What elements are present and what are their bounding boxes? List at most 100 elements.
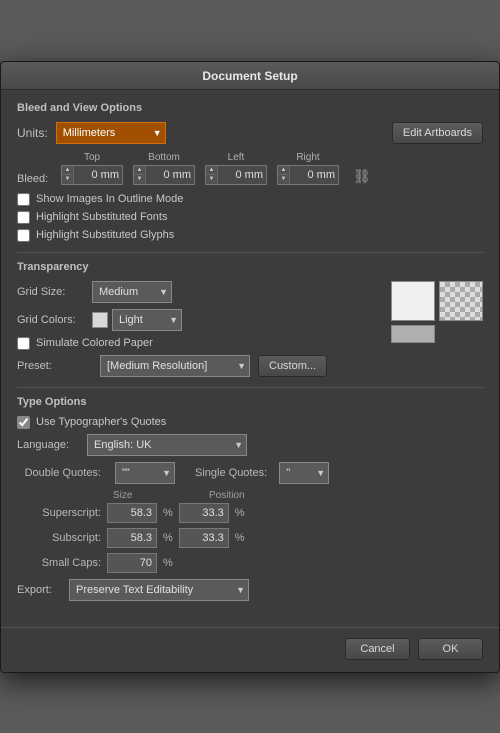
export-row: Export: Preserve Text Editability Preser…	[17, 579, 483, 601]
bleed-left-down[interactable]: ▼	[206, 175, 217, 184]
bleed-right-spinner: ▲ ▼	[277, 165, 339, 185]
bleed-top-input[interactable]	[74, 166, 122, 184]
grid-color-swatch[interactable]	[92, 312, 108, 328]
script-header: Size Position	[113, 490, 483, 501]
bleed-top-col: Top ▲ ▼	[61, 152, 123, 185]
language-label: Language:	[17, 439, 87, 451]
bleed-right-down[interactable]: ▼	[278, 175, 289, 184]
export-select[interactable]: Preserve Text Editability Preserve Appea…	[69, 579, 249, 601]
grid-size-select[interactable]: Medium Small Large	[92, 281, 172, 303]
double-quotes-label: Double Quotes:	[17, 467, 107, 479]
subscript-position-input[interactable]	[179, 528, 229, 548]
bleed-top-arrows: ▲ ▼	[62, 166, 74, 184]
quotes-row: Double Quotes: "" '' ▼ Single Quotes: ''…	[17, 462, 483, 484]
bleed-right-up[interactable]: ▲	[278, 166, 289, 176]
bleed-bottom-input[interactable]	[146, 166, 194, 184]
bleed-right-input[interactable]	[290, 166, 338, 184]
highlight-glyphs-label: Highlight Substituted Glyphs	[36, 229, 174, 241]
bleed-fields: Top ▲ ▼ Bottom	[61, 152, 371, 185]
superscript-inputs: % %	[107, 503, 245, 523]
language-select-wrapper: English: UK English: USA ▼	[87, 434, 247, 456]
dialog-footer: Cancel OK	[1, 627, 499, 672]
edit-artboards-button[interactable]: Edit Artboards	[392, 122, 483, 144]
bleed-right-arrows: ▲ ▼	[278, 166, 290, 184]
use-quotes-checkbox[interactable]	[17, 416, 30, 429]
type-options-title: Type Options	[17, 396, 483, 408]
units-label: Units:	[17, 126, 48, 140]
bleed-left-arrows: ▲ ▼	[206, 166, 218, 184]
subscript-size-input[interactable]	[107, 528, 157, 548]
subscript-label: Subscript:	[17, 532, 107, 544]
language-select[interactable]: English: UK English: USA	[87, 434, 247, 456]
grid-colors-controls: Light Medium Dark Custom ▼	[92, 309, 182, 331]
units-select-wrapper: Millimeters Points Pixels Inches ▼	[56, 122, 166, 144]
transparency-preview	[391, 281, 483, 343]
bleed-bottom-arrows: ▲ ▼	[134, 166, 146, 184]
small-caps-inputs: %	[107, 553, 173, 573]
units-row: Units: Millimeters Points Pixels Inches …	[17, 122, 483, 144]
bleed-view-section: Bleed and View Options Units: Millimeter…	[17, 102, 483, 242]
grid-size-label: Grid Size:	[17, 286, 92, 298]
superscript-pos-pct: %	[235, 507, 245, 519]
transparency-title: Transparency	[17, 261, 483, 273]
units-select[interactable]: Millimeters Points Pixels Inches	[56, 122, 166, 144]
small-caps-pct: %	[163, 557, 173, 569]
bleed-row: Bleed: Top ▲ ▼	[17, 152, 483, 185]
divider-1	[17, 252, 483, 253]
grid-colors-select-wrapper: Light Medium Dark Custom ▼	[112, 309, 182, 331]
use-quotes-row: Use Typographer's Quotes	[17, 416, 483, 429]
single-quotes-select[interactable]: ''	[279, 462, 329, 484]
bleed-top-up[interactable]: ▲	[62, 166, 73, 176]
bleed-left-up[interactable]: ▲	[206, 166, 217, 176]
title-bar: Document Setup	[1, 62, 499, 90]
highlight-fonts-checkbox[interactable]	[17, 211, 30, 224]
cancel-button[interactable]: Cancel	[345, 638, 410, 660]
divider-2	[17, 387, 483, 388]
subscript-inputs: % %	[107, 528, 245, 548]
grid-colors-select[interactable]: Light Medium Dark Custom	[112, 309, 182, 331]
units-left: Units: Millimeters Points Pixels Inches …	[17, 122, 166, 144]
bleed-bottom-col: Bottom ▲ ▼	[133, 152, 195, 185]
bleed-left-spinner: ▲ ▼	[205, 165, 267, 185]
superscript-size-input[interactable]	[107, 503, 157, 523]
show-images-checkbox[interactable]	[17, 193, 30, 206]
checker-preview-box	[439, 281, 483, 321]
highlight-glyphs-row: Highlight Substituted Glyphs	[17, 229, 483, 242]
bleed-view-title: Bleed and View Options	[17, 102, 483, 114]
small-caps-input[interactable]	[107, 553, 157, 573]
trans-top-row	[391, 281, 483, 321]
document-setup-dialog: Document Setup Bleed and View Options Un…	[0, 61, 500, 673]
subscript-row: Subscript: % %	[17, 528, 483, 548]
highlight-glyphs-checkbox[interactable]	[17, 229, 30, 242]
simulate-paper-label: Simulate Colored Paper	[36, 337, 153, 349]
highlight-fonts-row: Highlight Substituted Fonts	[17, 211, 483, 224]
ok-button[interactable]: OK	[418, 638, 483, 660]
simulate-paper-checkbox[interactable]	[17, 337, 30, 350]
highlight-fonts-label: Highlight Substituted Fonts	[36, 211, 167, 223]
superscript-position-input[interactable]	[179, 503, 229, 523]
size-col-label: Size	[113, 490, 183, 501]
gray-preview-box	[391, 325, 435, 343]
language-row: Language: English: UK English: USA ▼	[17, 434, 483, 456]
bleed-bottom-label: Bottom	[148, 152, 180, 163]
superscript-row: Superscript: % %	[17, 503, 483, 523]
bleed-bottom-up[interactable]: ▲	[134, 166, 145, 176]
bleed-top-label: Top	[84, 152, 100, 163]
bleed-bottom-down[interactable]: ▼	[134, 175, 145, 184]
double-quotes-select[interactable]: "" ''	[115, 462, 175, 484]
bleed-bottom-spinner: ▲ ▼	[133, 165, 195, 185]
double-quotes-select-wrapper: "" '' ▼	[115, 462, 175, 484]
preset-row: Preset: [Medium Resolution] [High Resolu…	[17, 355, 483, 377]
preset-select[interactable]: [Medium Resolution] [High Resolution] [L…	[100, 355, 250, 377]
small-caps-row: Small Caps: %	[17, 553, 483, 573]
export-select-wrapper: Preserve Text Editability Preserve Appea…	[69, 579, 249, 601]
preset-label: Preset:	[17, 360, 92, 372]
custom-button[interactable]: Custom...	[258, 355, 327, 377]
bleed-top-spinner: ▲ ▼	[61, 165, 123, 185]
bleed-left-input[interactable]	[218, 166, 266, 184]
preset-select-wrapper: [Medium Resolution] [High Resolution] [L…	[100, 355, 250, 377]
single-quotes-select-wrapper: '' ▼	[279, 462, 329, 484]
bleed-top-down[interactable]: ▼	[62, 175, 73, 184]
subscript-pos-pct: %	[235, 532, 245, 544]
dialog-title: Document Setup	[202, 69, 297, 83]
